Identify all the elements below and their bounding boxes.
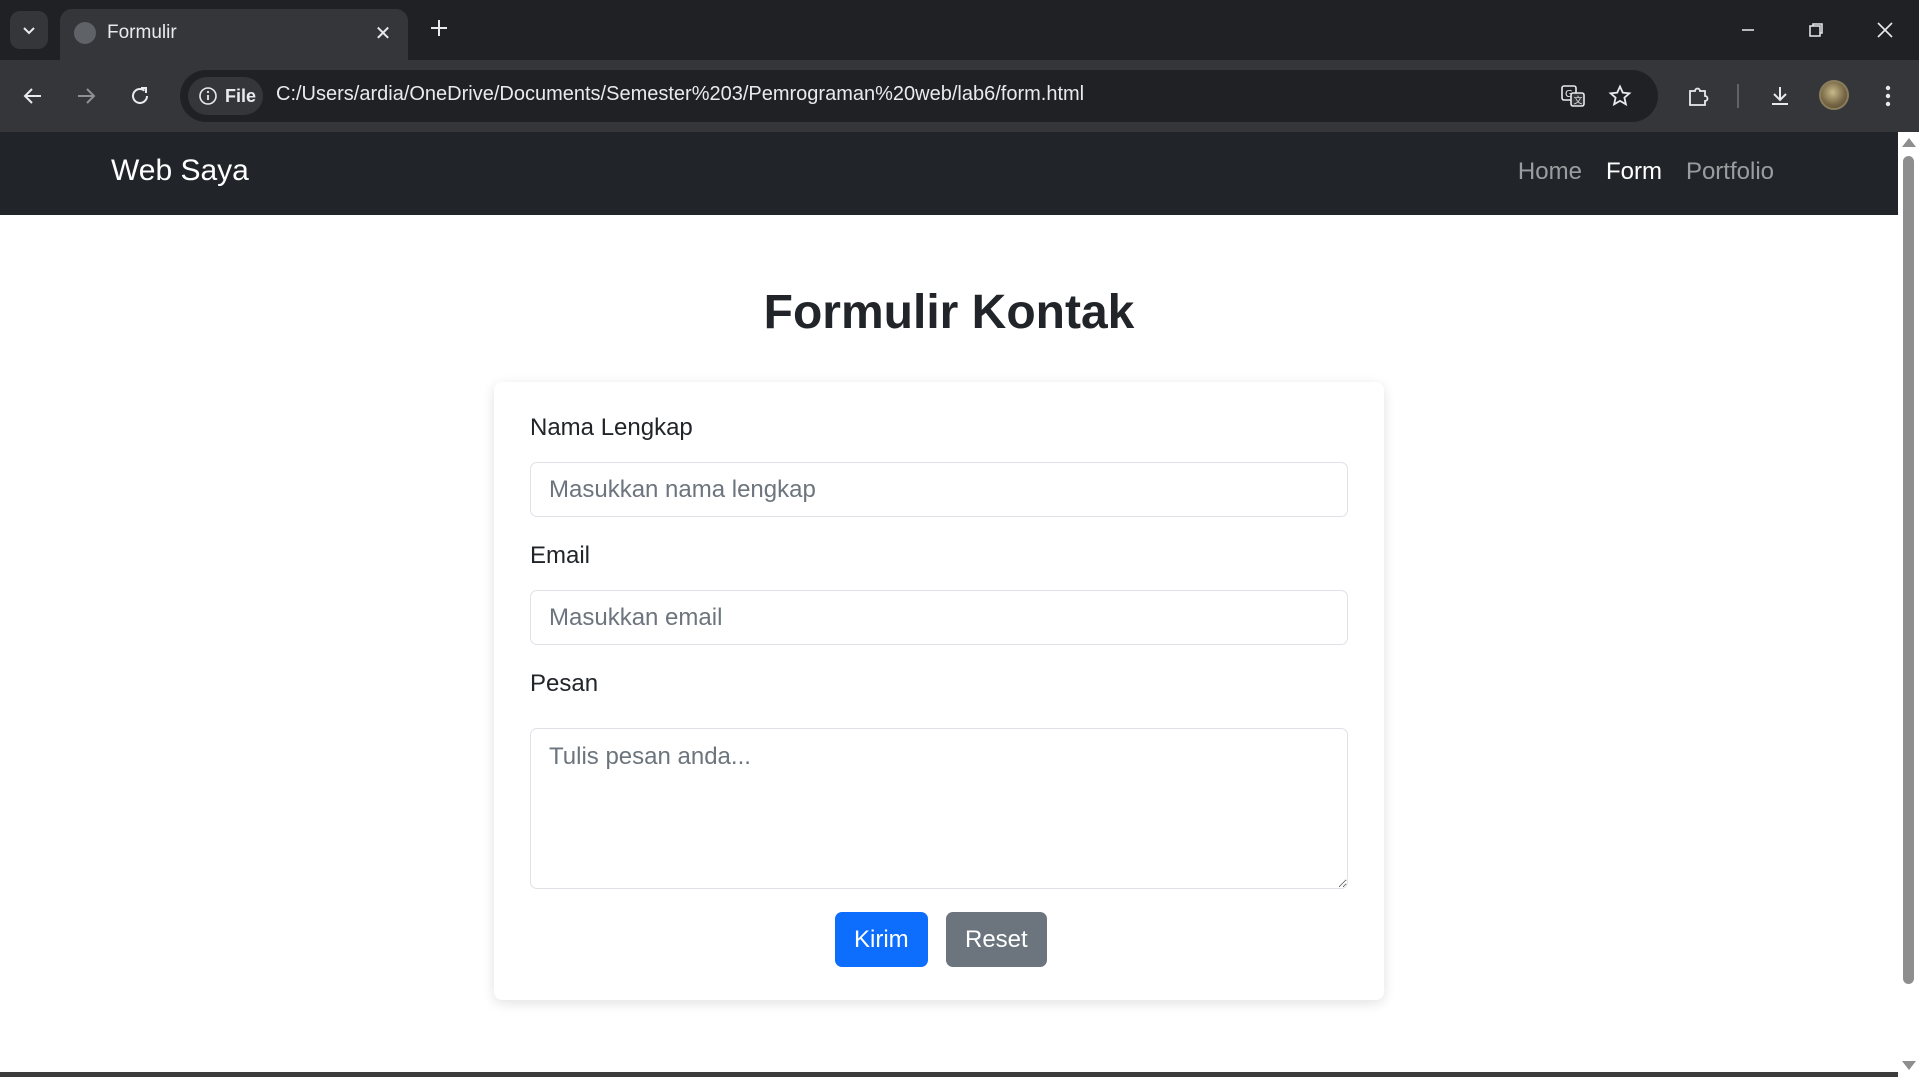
minimize-button[interactable] <box>1714 0 1782 60</box>
bookmark-button[interactable] <box>1602 78 1638 114</box>
arrow-right-icon <box>78 88 96 104</box>
url-text[interactable]: C:/Users/ardia/OneDrive/Documents/Semest… <box>276 83 1084 106</box>
toolbar-divider <box>1737 84 1739 108</box>
email-label: Email <box>530 542 591 569</box>
scrollbar-thumb[interactable] <box>1903 156 1914 984</box>
extensions-button[interactable] <box>1681 78 1717 114</box>
scroll-up-arrow[interactable] <box>1902 138 1916 147</box>
translate-icon: G文 <box>1561 85 1585 107</box>
arrow-left-icon <box>23 88 41 104</box>
close-window-button[interactable] <box>1851 0 1919 60</box>
address-bar[interactable]: File C:/Users/ardia/OneDrive/Documents/S… <box>180 70 1658 122</box>
email-input[interactable] <box>530 590 1348 645</box>
page-scrollbar[interactable] <box>1898 132 1919 1077</box>
minimize-icon <box>1742 29 1754 31</box>
page-title: Formulir Kontak <box>763 286 1135 339</box>
navbar-links: Home Form Portfolio <box>1518 158 1774 186</box>
submit-button[interactable]: Kirim <box>835 912 928 967</box>
browser-toolbar: File C:/Users/ardia/OneDrive/Documents/S… <box>0 60 1919 132</box>
tab-search-button[interactable] <box>10 11 48 49</box>
more-vertical-icon <box>1885 85 1891 107</box>
reload-button[interactable] <box>122 78 158 114</box>
plus-icon <box>431 20 447 36</box>
close-icon[interactable]: ✕ <box>370 20 396 46</box>
browser-tabstrip: Formulir ✕ <box>0 0 1919 60</box>
restore-button[interactable] <box>1782 0 1850 60</box>
star-icon <box>1608 84 1632 107</box>
globe-icon <box>74 22 96 44</box>
name-input[interactable] <box>530 462 1348 517</box>
message-label: Pesan <box>530 670 599 697</box>
info-icon <box>199 87 217 105</box>
svg-text:文: 文 <box>1574 95 1583 107</box>
tab-title: Formulir <box>107 22 177 43</box>
scroll-down-arrow[interactable] <box>1902 1061 1916 1070</box>
navbar-brand[interactable]: Web Saya <box>111 154 249 188</box>
downloads-button[interactable] <box>1762 78 1798 114</box>
restore-icon <box>1809 23 1823 37</box>
nav-link-form[interactable]: Form <box>1606 158 1662 186</box>
reload-icon <box>132 87 148 104</box>
name-label: Nama Lengkap <box>530 414 693 441</box>
page-viewport: Web Saya Home Form Portfolio Formulir Ko… <box>0 132 1898 1072</box>
download-icon <box>1772 87 1788 105</box>
site-info-chip[interactable]: File <box>188 77 263 115</box>
puzzle-icon <box>1689 87 1709 106</box>
forward-button[interactable] <box>68 78 104 114</box>
message-textarea[interactable] <box>530 728 1348 889</box>
window-bottom-edge <box>0 1072 1898 1077</box>
translate-button[interactable]: G文 <box>1555 78 1591 114</box>
back-button[interactable] <box>15 78 51 114</box>
profile-avatar[interactable] <box>1819 80 1849 110</box>
contact-form-card: Nama Lengkap Email Pesan Kirim Reset <box>494 382 1384 1000</box>
reset-button[interactable]: Reset <box>946 912 1047 967</box>
close-icon <box>1877 22 1893 38</box>
site-info-label: File <box>225 85 257 106</box>
new-tab-button[interactable] <box>424 13 454 43</box>
browser-menu-button[interactable] <box>1870 78 1906 114</box>
nav-link-portfolio[interactable]: Portfolio <box>1686 158 1774 186</box>
browser-tab[interactable]: Formulir ✕ <box>60 9 408 60</box>
chevron-down-icon <box>23 27 35 35</box>
site-navbar: Web Saya Home Form Portfolio <box>0 132 1898 215</box>
nav-link-home[interactable]: Home <box>1518 158 1582 186</box>
